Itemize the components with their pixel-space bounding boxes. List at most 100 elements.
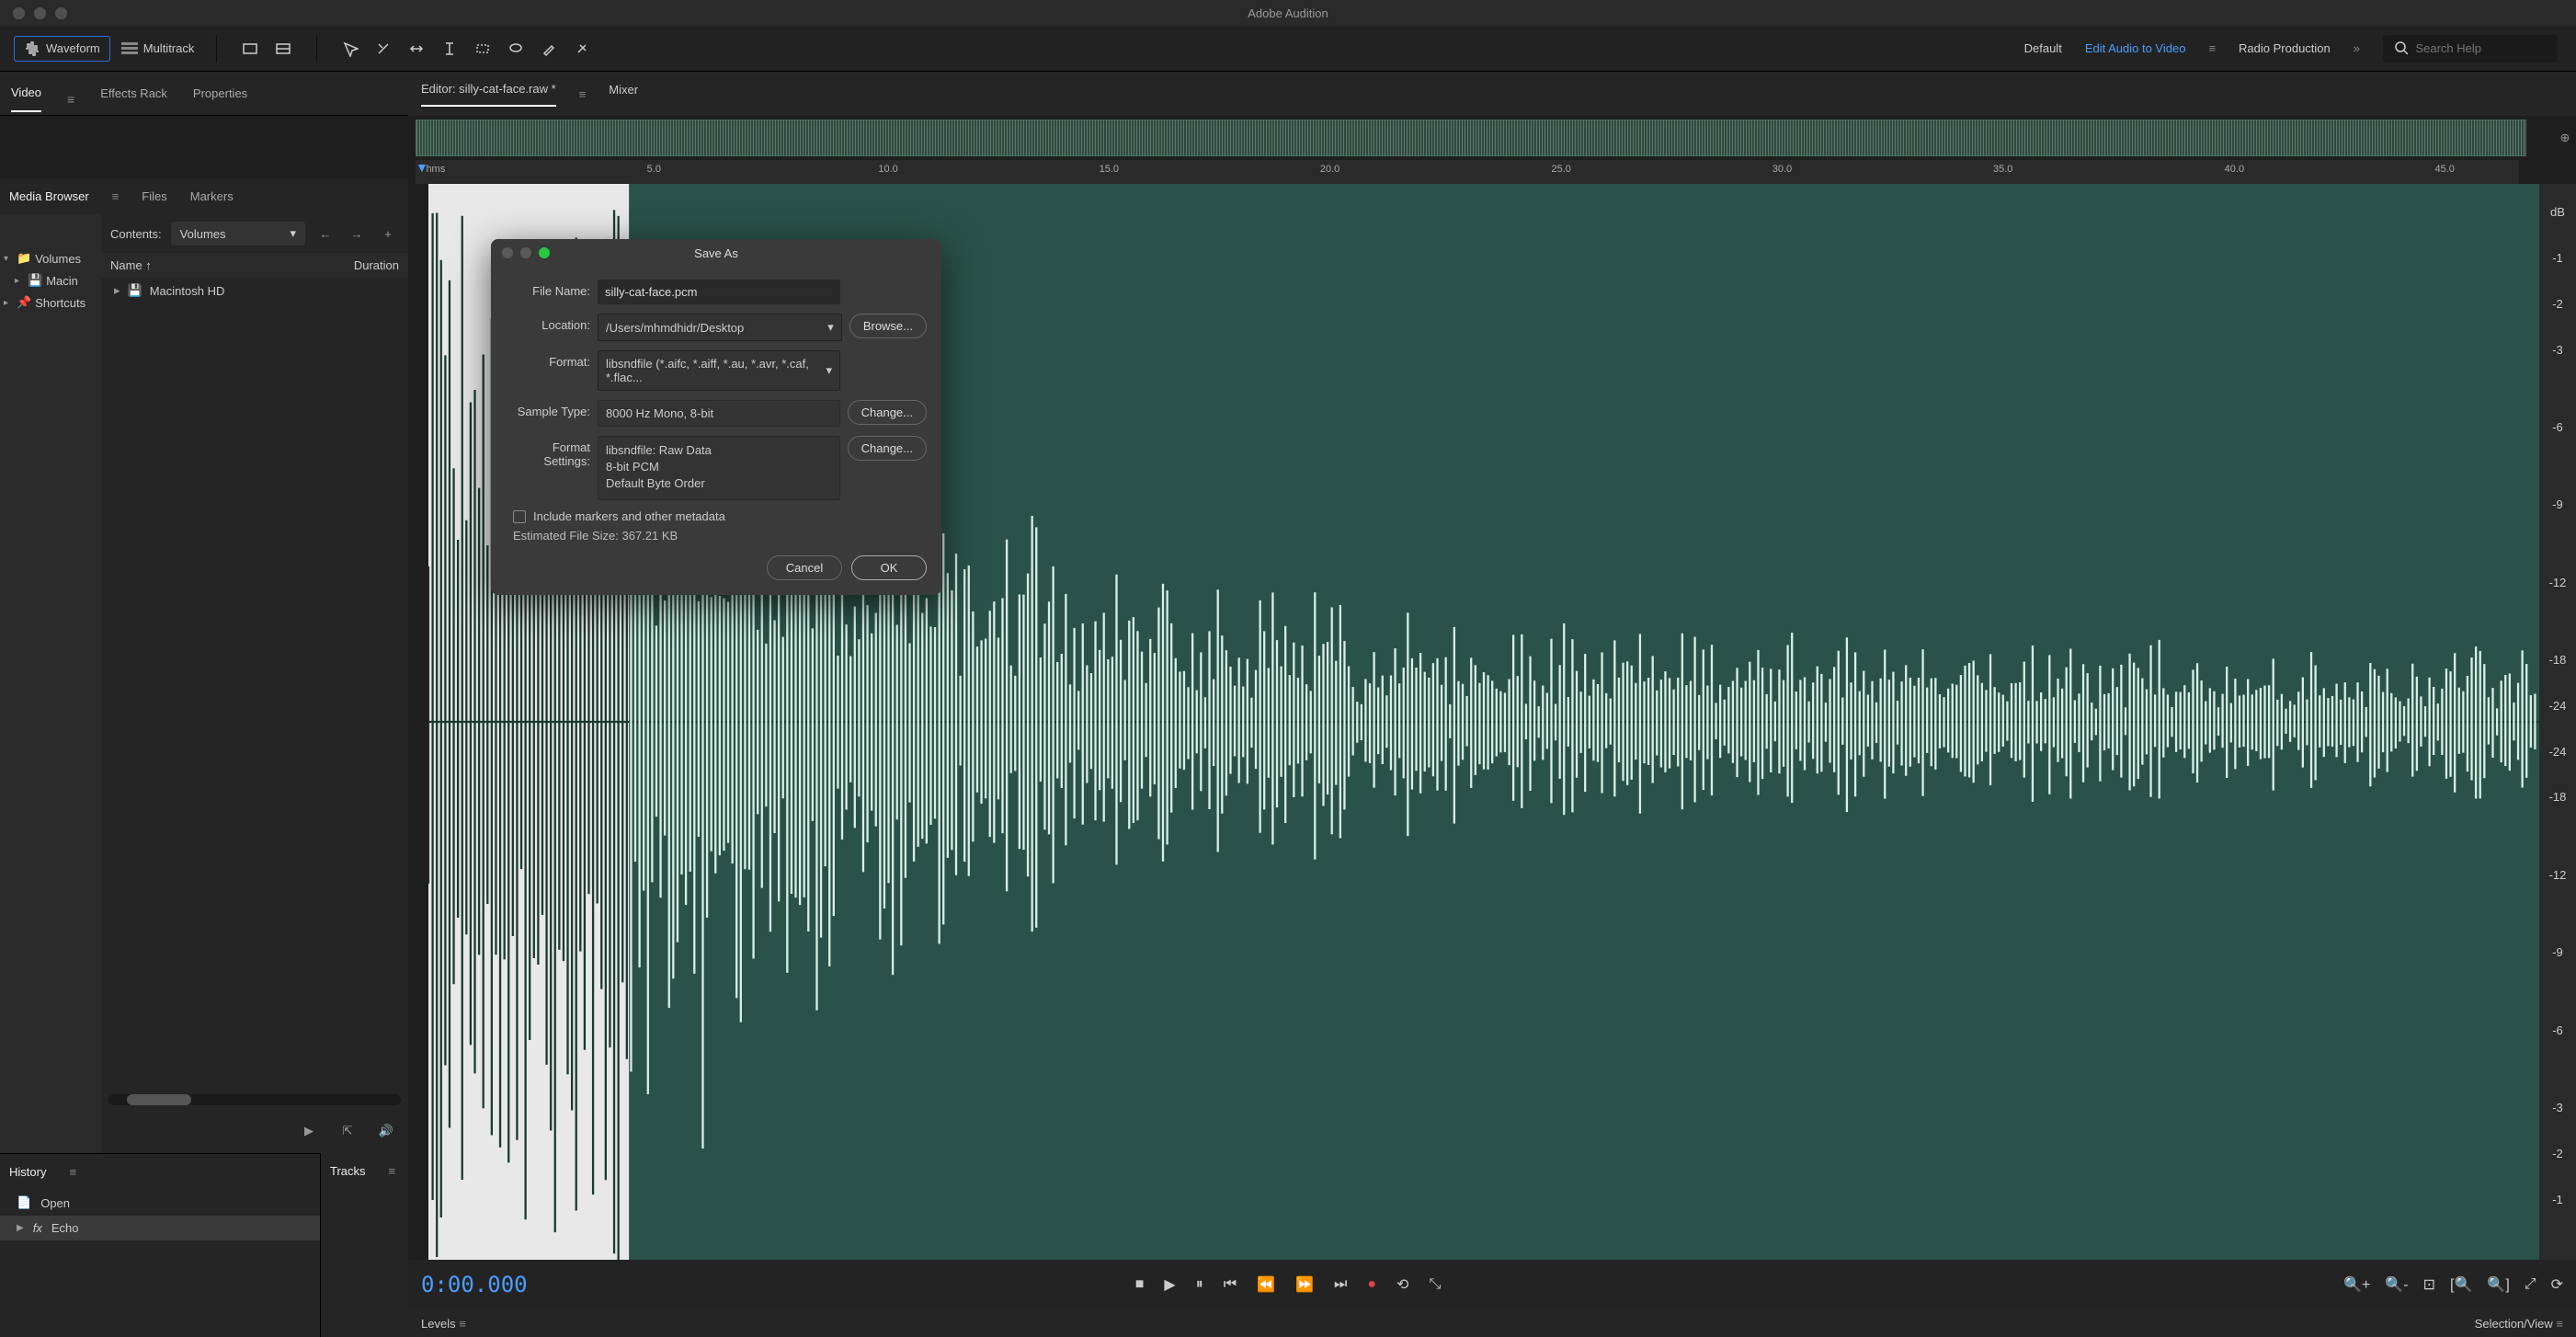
zoom-in-icon[interactable]: 🔍+ <box>2343 1275 2370 1294</box>
skip-forward-button[interactable]: ⏭ <box>1334 1276 1347 1293</box>
include-markers-checkbox[interactable] <box>513 510 526 523</box>
save-as-dialog: Save As File Name: Location: /Users/mhmd… <box>491 239 941 595</box>
marquee-tool-icon[interactable] <box>472 38 494 60</box>
zoom-out-icon[interactable]: 🔍- <box>2385 1275 2408 1294</box>
skip-selection-button[interactable]: ⤡ <box>1429 1276 1441 1293</box>
workspace-overflow-icon[interactable]: » <box>2354 41 2360 55</box>
tree-shortcuts[interactable]: ▸📌Shortcuts <box>2 291 99 314</box>
razor-tool-icon[interactable] <box>372 38 394 60</box>
zoom-overview-icon[interactable]: ⊕ <box>2554 127 2576 149</box>
zoom-sel-out-icon[interactable]: 🔍] <box>2487 1275 2509 1294</box>
horizontal-scrollbar[interactable] <box>108 1094 401 1105</box>
workspace-edit-audio[interactable]: Edit Audio to Video <box>2085 41 2186 55</box>
history-item[interactable]: 📄 Open <box>0 1190 320 1216</box>
tab-selection-view[interactable]: Selection/View <box>2475 1317 2553 1331</box>
tab-markers[interactable]: Markers <box>190 189 234 203</box>
maximize-window-icon[interactable] <box>55 7 67 19</box>
panel-menu-icon[interactable]: ≡ <box>69 1165 76 1179</box>
waveform-icon <box>24 40 40 57</box>
tab-video[interactable]: Video <box>11 86 41 112</box>
forward-button[interactable]: ⏩ <box>1295 1275 1314 1294</box>
col-name[interactable]: Name ↑ <box>110 258 354 272</box>
tab-history[interactable]: History <box>9 1165 46 1179</box>
tab-properties[interactable]: Properties <box>193 86 247 111</box>
multitrack-mode-button[interactable]: Multitrack <box>121 41 195 55</box>
zoom-sel-in-icon[interactable]: [🔍 <box>2450 1275 2472 1294</box>
media-tree: ▾📁Volumes ▸💾Macin ▸📌Shortcuts <box>0 214 101 1153</box>
timeline-ruler[interactable]: ▼ hms 5.0 10.0 15.0 20.0 25.0 30.0 35.0 … <box>416 160 2519 184</box>
dialog-minimize-icon[interactable] <box>520 247 531 258</box>
record-button[interactable]: ● <box>1367 1276 1376 1293</box>
waveform-mode-button[interactable]: Waveform <box>14 36 110 62</box>
filename-input[interactable] <box>598 280 840 304</box>
location-dropdown[interactable]: /Users/mhmdhidr/Desktop ▾ <box>598 314 842 341</box>
db-scale: dB -1 -2 -3 -6 -9 -12 -18 -24 -24 -18 -1… <box>2539 184 2576 1260</box>
slip-tool-icon[interactable] <box>405 38 427 60</box>
zoom-in-time-icon[interactable]: ⤢ <box>2525 1276 2536 1293</box>
tab-media-browser[interactable]: Media Browser <box>9 189 89 203</box>
tab-mixer[interactable]: Mixer <box>609 83 638 106</box>
fx-icon: fx <box>33 1221 42 1235</box>
hud-toggle-icon[interactable] <box>239 38 261 60</box>
traffic-lights <box>0 7 67 19</box>
media-browser-tabs: Media Browser ≡ Files Markers <box>0 178 408 214</box>
dialog-zoom-icon[interactable] <box>539 247 550 258</box>
pause-button[interactable]: ⏸ <box>1196 1276 1203 1293</box>
zoom-reset-icon[interactable]: ⟳ <box>2551 1275 2563 1294</box>
panel-menu-icon[interactable]: ≡ <box>112 189 120 203</box>
divider <box>316 35 317 63</box>
tab-files[interactable]: Files <box>142 189 166 203</box>
play-button[interactable]: ▶ <box>1164 1275 1175 1294</box>
contents-dropdown[interactable]: Volumes ▾ <box>171 222 305 246</box>
tab-editor[interactable]: Editor: silly-cat-face.raw * <box>421 82 556 107</box>
search-icon <box>2394 40 2408 57</box>
panel-menu-icon[interactable]: ≡ <box>389 1164 396 1178</box>
tree-volumes[interactable]: ▾📁Volumes <box>2 247 99 269</box>
column-headers: Name ↑ Duration <box>101 253 408 278</box>
heal-tool-icon[interactable] <box>571 38 593 60</box>
minimize-window-icon[interactable] <box>34 7 46 19</box>
waveform-overview[interactable] <box>416 120 2526 156</box>
loop-button[interactable]: ⟲ <box>1396 1275 1408 1294</box>
forward-icon[interactable]: → <box>346 223 368 245</box>
timecode[interactable]: 0:00.000 <box>421 1272 528 1297</box>
spectral-toggle-icon[interactable] <box>272 38 294 60</box>
col-duration[interactable]: Duration <box>354 258 399 272</box>
add-icon[interactable]: + <box>377 223 399 245</box>
autoplay-icon[interactable]: 🔊 <box>375 1120 397 1142</box>
skip-back-button[interactable]: ⏮ <box>1224 1276 1237 1293</box>
format-dropdown[interactable]: libsndfile (*.aifc, *.aiff, *.au, *.avr,… <box>598 350 840 391</box>
browse-button[interactable]: Browse... <box>849 314 927 338</box>
search-input[interactable] <box>2415 41 2547 55</box>
import-icon[interactable]: ⇱ <box>336 1120 359 1142</box>
panel-menu-icon[interactable]: ≡ <box>67 92 74 107</box>
workspace-menu-icon[interactable]: ≡ <box>2208 41 2216 55</box>
workspace-default[interactable]: Default <box>2024 41 2062 55</box>
file-row[interactable]: ▸ 💾 Macintosh HD <box>101 278 408 303</box>
panel-menu-icon[interactable]: ≡ <box>579 87 587 101</box>
brush-tool-icon[interactable] <box>538 38 560 60</box>
search-help[interactable] <box>2383 35 2558 63</box>
dialog-close-icon[interactable] <box>502 247 513 258</box>
back-icon[interactable]: ← <box>314 223 336 245</box>
ok-button[interactable]: OK <box>851 555 927 580</box>
move-tool-icon[interactable] <box>339 38 361 60</box>
close-window-icon[interactable] <box>13 7 25 19</box>
cancel-button[interactable]: Cancel <box>767 555 842 580</box>
change-format-button[interactable]: Change... <box>848 436 927 461</box>
history-item[interactable]: ▶ fx Echo <box>0 1216 320 1240</box>
zoom-full-icon[interactable]: ⊡ <box>2423 1275 2435 1294</box>
play-preview-icon[interactable]: ▶ <box>298 1120 320 1142</box>
time-select-tool-icon[interactable] <box>439 38 461 60</box>
change-sample-button[interactable]: Change... <box>848 400 927 425</box>
rewind-button[interactable]: ⏪ <box>1257 1275 1275 1294</box>
video-panel <box>0 116 408 178</box>
estimated-size: Estimated File Size: 367.21 KB <box>513 529 927 543</box>
tree-macintosh[interactable]: ▸💾Macin <box>2 269 99 291</box>
tab-tracks[interactable]: Tracks <box>330 1164 366 1178</box>
lasso-tool-icon[interactable] <box>505 38 527 60</box>
stop-button[interactable]: ■ <box>1135 1276 1145 1293</box>
workspace-radio[interactable]: Radio Production <box>2239 41 2331 55</box>
tab-effects-rack[interactable]: Effects Rack <box>100 86 167 111</box>
tab-levels[interactable]: Levels <box>421 1317 456 1331</box>
